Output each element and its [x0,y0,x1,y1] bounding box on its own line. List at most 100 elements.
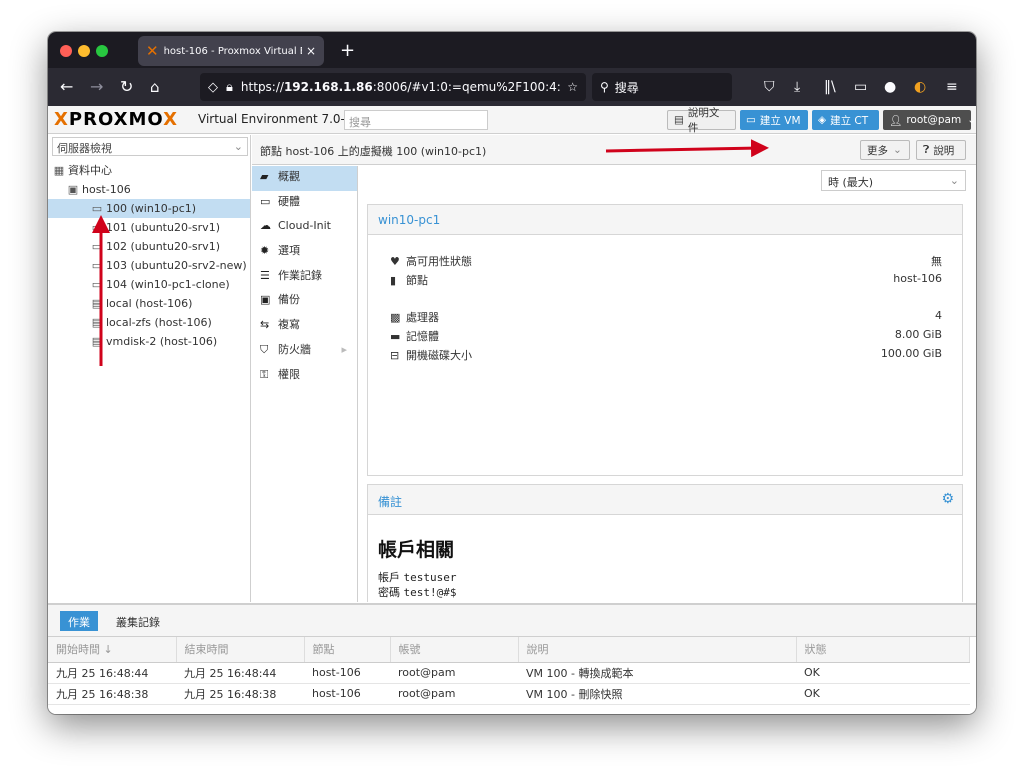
status-value: 無 [931,255,942,268]
gear-icon[interactable]: ⚙ [941,491,954,507]
heartbeat-icon: ♥ [390,255,400,268]
home-icon[interactable]: ⌂ [150,77,160,97]
close-tab-icon[interactable]: × [306,44,316,58]
vm-icon: ▭ [91,259,103,272]
tree-item[interactable]: ▭ 102 (ubuntu20-srv1) [48,237,250,256]
help-button[interactable]: ❓︎ 說明 [916,140,966,160]
library-icon[interactable]: ‖\ [824,78,836,96]
submenu-item[interactable]: ▭ 硬體 [252,191,357,216]
sidebar-icon[interactable]: ▭ [854,78,867,96]
tree-item[interactable]: ▭ 100 (win10-pc1) [48,199,250,218]
tab-tasks[interactable]: 作業 [60,611,98,631]
menu-icon[interactable]: ≡ [946,78,958,96]
submenu-item[interactable]: ▰ 概觀 [252,166,357,191]
zoom-window-button[interactable] [96,45,108,57]
question-icon: ❓︎ [923,143,930,156]
tree-item[interactable]: ▭ 101 (ubuntu20-srv1) [48,218,250,237]
unlock-icon: ⚿ [260,367,269,381]
tree-item[interactable]: ▣ host-106 [48,180,250,199]
new-tab-button[interactable]: + [340,40,355,61]
submenu-item[interactable]: ⇆ 複寫 [252,314,357,339]
task-log-panel: 作業 叢集記錄 開始時間 ↓ 結束時間 節點 帳號 說明 狀態 九月 25 16:48:4… [48,603,976,714]
column-header[interactable]: 狀態 [796,637,970,663]
column-header[interactable]: 結束時間 [176,637,305,663]
search-label: 搜尋 [614,80,639,95]
table-cell: root@pam [390,683,518,705]
submenu-item-label: 作業記錄 [278,268,322,282]
tree-item[interactable]: ▤ vmdisk-2 (host-106) [48,332,250,351]
column-header[interactable]: 說明 [518,637,797,663]
tree-item[interactable]: ▭ 104 (win10-pc1-clone) [48,275,250,294]
tree-item-label: 101 (ubuntu20-srv1) [106,221,220,234]
documentation-button[interactable]: ▤ 說明文件 [667,107,736,134]
notes-line-password: 密碼 test!@#$ [378,586,457,599]
create-ct-button[interactable]: ◈ 建立 CT [812,110,879,130]
submenu-item-label: 硬體 [278,194,300,208]
magnifier-icon: ⚲ [600,80,609,94]
forward-icon[interactable]: → [90,77,103,97]
create-vm-button[interactable]: ▭ 建立 VM [740,110,808,130]
datacenter-icon: ▦ [53,164,65,177]
table-cell: VM 100 - 轉換成範本 [518,662,796,684]
user-icon: 👤︎ [889,114,903,127]
pve-header: XPROXMOX Virtual Environment 7.0-11 搜尋 ▤… [48,106,976,134]
bookmark-star-icon[interactable]: ☆ [567,80,578,94]
monitor-icon: ▭ [260,194,271,208]
submenu-item-label: 備份 [278,293,300,307]
content-toolbar: 節點 host-106 上的虛擬機 100 (win10-pc1) 更多 ⌄ ❓︎… [252,135,976,165]
browser-tab[interactable]: ✕ host-106 - Proxmox Virtual Envi… × [138,36,324,66]
submenu-item[interactable]: ⛉ 防火牆 ▸ [252,339,357,364]
more-button[interactable]: 更多 ⌄ [860,140,910,160]
submenu-item[interactable]: ⚿ 權限 [252,364,357,389]
submenu-item-label: 複寫 [278,318,300,332]
tree-item-label: local (host-106) [106,297,193,310]
submenu-item[interactable]: ☰ 作業記錄 [252,265,357,290]
tree-item[interactable]: ▤ local (host-106) [48,294,250,313]
close-window-button[interactable] [60,45,72,57]
tree-item[interactable]: ▤ local-zfs (host-106) [48,313,250,332]
table-row[interactable]: 九月 25 16:48:44 九月 25 16:48:44 host-106 root… [48,662,970,684]
browser-search-box[interactable]: ⚲ 搜尋 [592,73,732,101]
version-label: Virtual Environment 7.0-11 [198,112,361,126]
hdd-icon: ⊟ [390,349,400,362]
submenu-item[interactable]: ✹ 選項 [252,240,357,265]
tab-cluster-log[interactable]: 叢集記錄 [108,611,168,631]
pocket-icon[interactable]: ⛉ [764,78,775,96]
submenu-item-label: 概觀 [278,170,300,183]
download-icon[interactable]: ⤓ [794,78,800,96]
browser-tab-title: host-106 - Proxmox Virtual Envi… [163,45,302,57]
cloud-icon: ☁ [260,219,271,233]
chevron-right-icon: ▸ [341,342,347,356]
user-menu-button[interactable]: 👤︎ root@pam ⌄ [883,110,976,130]
extension-icon[interactable]: ● [884,78,896,96]
reload-icon[interactable]: ↻ [120,77,133,97]
vm-icon: ▭ [91,221,103,234]
tree-item[interactable]: ▭ 103 (ubuntu20-srv2-new) [48,256,250,275]
url-text: https://192.168.1.86:8006/#v1:0:=qemu%2F… [240,80,561,94]
minimize-window-button[interactable] [78,45,90,57]
tree-item-label: 104 (win10-pc1-clone) [106,278,230,291]
submenu-item[interactable]: ▣ 備份 [252,289,357,314]
vm-icon: ▭ [91,278,103,291]
view-selector[interactable]: 伺服器檢視 ⌄ [52,137,248,156]
time-range-select[interactable]: 時 (最大) ⌄ [821,170,966,191]
status-label: 處理器 [406,311,439,324]
table-cell: host-106 [304,683,390,705]
storage-icon: ▤ [91,297,103,310]
column-header[interactable]: 節點 [304,637,391,663]
url-bar[interactable]: ◇ 🔒︎ https://192.168.1.86:8006/#v1:0:=qe… [200,73,586,101]
cube-icon: ◈ [818,114,827,126]
vm-icon: ▭ [91,240,103,253]
column-header[interactable]: 帳號 [390,637,519,663]
table-row[interactable]: 九月 25 16:48:38 九月 25 16:48:38 host-106 root… [48,683,970,705]
account-icon[interactable]: ◐ [914,78,926,96]
tree-item[interactable]: ▦ 資料中心 [48,161,250,180]
submenu-item[interactable]: ☁ Cloud-Init [252,215,357,240]
submenu-item-label: Cloud-Init [278,219,331,233]
header-search-input[interactable]: 搜尋 [344,110,488,130]
status-panel: win10-pc1 ♥ 高可用性狀態 無 ▮ 節點 host-106 ▩ 處理器 4 ▬ 記憶體 8.… [367,204,963,476]
back-icon[interactable]: ← [60,77,73,97]
column-header[interactable]: 開始時間 ↓ [48,637,177,663]
status-label: 開機磁碟大小 [406,349,472,362]
chevron-down-icon: ⌄ [233,140,243,153]
